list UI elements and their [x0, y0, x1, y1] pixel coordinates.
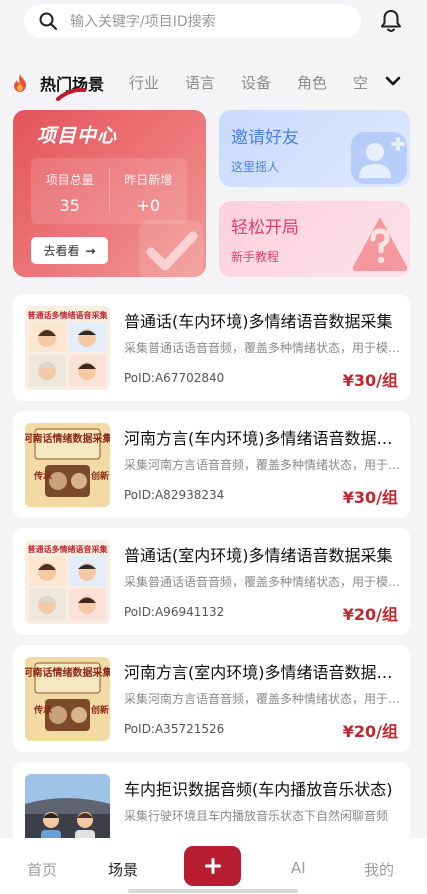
thumb-caption: 普通话多情绪语音采集	[28, 310, 109, 320]
henan-thumbnail-image: 河南话情绪数据采集 传承 创新	[25, 423, 110, 507]
item-description: 采集河南方言语音音频，覆盖多种情绪状态，用于模型训练	[124, 458, 404, 472]
fire-icon	[14, 74, 26, 92]
mandarin-thumbnail-image: 普通话多情绪语音采集	[25, 540, 110, 624]
start-subtitle: 新手教程	[231, 250, 280, 264]
item-thumbnail: 河南话情绪数据采集 传承 创新	[25, 423, 110, 507]
thumb-caption: 普通话多情绪语音采集	[28, 544, 109, 554]
item-title: 河南方言(车内环境)多情绪语音数据采集	[124, 429, 402, 448]
nav-ai[interactable]: AI	[291, 859, 306, 877]
tab-space[interactable]: 空	[353, 72, 368, 93]
start-title: 轻松开局	[231, 218, 299, 238]
search-bar[interactable]: 输入关键字/项目ID搜索	[24, 4, 361, 38]
item-price: ¥30/组	[342, 371, 398, 390]
list-item[interactable]: 普通话多情绪语音采集 普通话(室内环境)多情绪语音数据采集 采集普通话语音音频，…	[13, 528, 410, 635]
nav-scenes[interactable]: 场景	[108, 859, 138, 880]
tab-device[interactable]: 设备	[241, 72, 271, 93]
bell-icon[interactable]	[380, 9, 402, 33]
item-title: 普通话(车内环境)多情绪语音数据采集	[124, 312, 393, 331]
project-center-card[interactable]: 项目中心 项目总量 35 昨日新增 +0 去看看 →	[13, 110, 206, 277]
add-button[interactable]	[184, 846, 241, 886]
item-description: 采集行驶环境且车内播放音乐状态下自然闲聊音频	[124, 809, 389, 823]
top-bar: 输入关键字/项目ID搜索	[0, 0, 427, 50]
thumb-left-text: 传承	[33, 704, 52, 716]
invite-subtitle: 这里摇人	[231, 160, 280, 174]
item-description: 采集普通话语音音频，覆盖多种情绪状态，用于模型训练	[124, 341, 404, 355]
item-poid: PoID:A96941132	[124, 605, 225, 619]
stat-total-value: 35	[59, 196, 80, 215]
warning-icon	[352, 217, 408, 271]
item-price: ¥20/组	[342, 722, 398, 741]
item-poid: PoID:A35721526	[124, 722, 225, 736]
list-item[interactable]: 普通话多情绪语音采集 普通话(车内环境)多情绪语音数据采集 采集普通话语音音频，…	[13, 294, 410, 401]
tab-industry[interactable]: 行业	[129, 72, 159, 93]
item-price: ¥30/组	[342, 488, 398, 507]
search-icon	[39, 12, 58, 31]
thumb-right-text: 创新	[90, 470, 109, 482]
thumb-caption: 河南话情绪数据采集	[25, 666, 110, 679]
item-title: 河南方言(室内环境)多情绪语音数据采集	[124, 663, 402, 682]
thumb-caption: 河南话情绪数据采集	[25, 432, 110, 445]
stat-new: 昨日新增 +0	[110, 158, 188, 224]
list-item[interactable]: 河南话情绪数据采集 传承 创新 河南方言(室内环境)多情绪语音数据采集 采集河南…	[13, 645, 410, 752]
project-stats: 项目总量 35 昨日新增 +0	[31, 158, 187, 224]
mandarin-thumbnail-image: 普通话多情绪语音采集	[25, 306, 110, 390]
stat-total: 项目总量 35	[31, 158, 109, 224]
stat-total-label: 项目总量	[45, 173, 94, 187]
item-poid: PoID:A67702840	[124, 371, 225, 385]
chevron-down-icon[interactable]	[384, 74, 402, 88]
category-tabs: 热门场景 行业 语言 设备 角色 空	[0, 60, 427, 104]
plus-icon	[204, 858, 221, 874]
go-look-label: 去看看	[43, 244, 80, 258]
item-thumbnail: 河南话情绪数据采集 传承 创新	[25, 657, 110, 741]
project-center-title: 项目中心	[37, 125, 118, 147]
item-price: ¥20/组	[342, 605, 398, 624]
henan-thumbnail-image: 河南话情绪数据采集 传承 创新	[25, 657, 110, 741]
easy-start-card[interactable]: 轻松开局 新手教程	[219, 201, 410, 277]
search-placeholder: 输入关键字/项目ID搜索	[70, 14, 216, 30]
nav-mine[interactable]: 我的	[364, 859, 394, 880]
thumb-left-text: 传承	[33, 470, 52, 482]
item-title: 普通话(室内环境)多情绪语音数据采集	[124, 546, 393, 565]
thumb-right-text: 创新	[90, 704, 109, 716]
arrow-right-icon: →	[85, 243, 96, 258]
go-look-button[interactable]: 去看看 →	[31, 237, 108, 264]
item-thumbnail: 普通话多情绪语音采集	[25, 540, 110, 624]
tab-language[interactable]: 语言	[185, 72, 215, 93]
active-tab-indicator	[56, 87, 86, 101]
item-poid: PoID:A82938234	[124, 488, 225, 502]
bottom-nav: 首页 场景 AI 我的	[0, 838, 427, 894]
list-item[interactable]: 河南话情绪数据采集 传承 创新 河南方言(车内环境)多情绪语音数据采集 采集河南…	[13, 411, 410, 518]
tab-role[interactable]: 角色	[297, 72, 327, 93]
item-description: 采集普通话语音音频，覆盖多种情绪状态，用于模型训练	[124, 575, 404, 589]
home-indicator	[128, 889, 298, 893]
item-thumbnail: 普通话多情绪语音采集	[25, 306, 110, 390]
item-description: 采集河南方言语音音频，覆盖多种情绪状态，用于模型训练	[124, 692, 404, 706]
invite-title: 邀请好友	[231, 128, 299, 148]
stat-new-value: +0	[136, 196, 161, 215]
invite-friends-card[interactable]: 邀请好友 这里摇人	[219, 110, 410, 187]
add-user-icon	[351, 132, 407, 184]
nav-home[interactable]: 首页	[27, 859, 57, 880]
item-title: 车内拒识数据音频(车内播放音乐状态)	[124, 780, 393, 799]
stat-new-label: 昨日新增	[124, 173, 173, 187]
